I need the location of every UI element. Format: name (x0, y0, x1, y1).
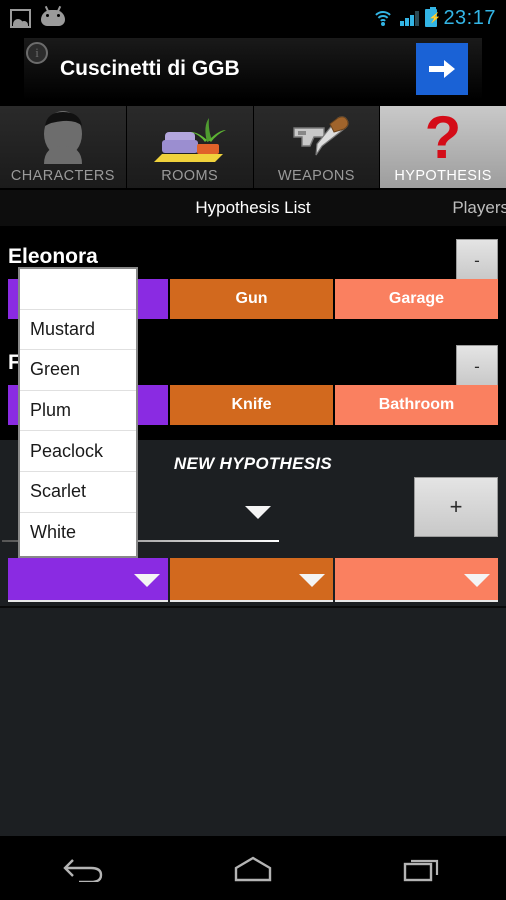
arrow-right-icon (429, 60, 455, 78)
tab-rooms-label: ROOMS (161, 168, 219, 184)
tab-hypothesis-label: HYPOTHESIS (394, 168, 492, 184)
status-bar: ⚡ 23:17 (0, 0, 506, 36)
dropdown-item[interactable]: White (20, 513, 136, 554)
back-button[interactable] (39, 844, 129, 892)
ad-banner[interactable]: Cuscinetti di GGB (24, 38, 482, 100)
chevron-down-icon (245, 506, 271, 519)
status-system-icons: ⚡ 23:17 (372, 7, 506, 30)
room-spinner[interactable] (335, 558, 498, 602)
person-silhouette-icon (0, 110, 126, 164)
new-hypothesis-selectors (8, 558, 498, 602)
status-clock: 23:17 (443, 6, 496, 29)
chevron-down-icon (299, 574, 325, 587)
hypothesis-player-name: Eleonora (8, 245, 98, 268)
recents-button[interactable] (377, 844, 467, 892)
tab-characters-label: CHARACTERS (10, 168, 115, 184)
wifi-icon (372, 10, 395, 26)
content-empty-area (0, 606, 506, 836)
dropdown-item[interactable]: Peaclock (20, 431, 136, 472)
question-mark-icon: ? (380, 104, 506, 171)
chevron-down-icon (464, 574, 490, 587)
system-navigation-bar (0, 836, 506, 900)
ad-info-icon[interactable]: i (26, 42, 48, 64)
add-hypothesis-button[interactable]: + (414, 477, 498, 537)
ad-cta-button[interactable] (416, 43, 468, 95)
android-icon (41, 10, 65, 26)
character-dropdown-popup[interactable]: Mustard Green Plum Peaclock Scarlet Whit… (18, 267, 138, 558)
photo-icon (10, 8, 31, 28)
hypothesis-room-chip: Bathroom (335, 385, 498, 425)
home-icon (234, 856, 272, 882)
dropdown-item[interactable] (20, 269, 136, 310)
remove-hypothesis-button[interactable]: - (456, 345, 498, 387)
hypothesis-weapon-chip: Knife (170, 385, 333, 425)
battery-icon: ⚡ (425, 7, 441, 27)
tab-weapons-label: WEAPONS (277, 168, 355, 184)
tab-hypothesis[interactable]: ? HYPOTHESIS (380, 104, 506, 188)
hypothesis-weapon-chip: Gun (170, 279, 333, 319)
ad-title: Cuscinetti di GGB (60, 57, 240, 80)
back-icon (63, 859, 103, 882)
status-notifications (0, 8, 65, 28)
dropdown-item[interactable]: Green (20, 350, 136, 391)
dropdown-item[interactable]: Mustard (20, 310, 136, 351)
subtab-hypothesis-list[interactable]: Hypothesis List (0, 198, 506, 218)
dropdown-item[interactable]: Scarlet (20, 472, 136, 513)
sofa-plant-icon (127, 110, 253, 164)
remove-hypothesis-button[interactable]: - (456, 239, 498, 281)
phone-screen: ⚡ 23:17 Cuscinetti di GGB i CHARACTERS R… (0, 0, 506, 900)
character-spinner[interactable] (8, 558, 168, 602)
tab-weapons[interactable]: WEAPONS (253, 106, 381, 188)
recents-icon (403, 859, 438, 882)
sub-tab-bar: Hypothesis List Players (0, 190, 506, 228)
gun-knife-icon (254, 110, 380, 164)
weapon-spinner[interactable] (170, 558, 333, 602)
svg-text:?: ? (425, 110, 462, 164)
chevron-down-icon (134, 574, 160, 587)
signal-icon (400, 10, 419, 26)
dropdown-item[interactable]: Plum (20, 391, 136, 432)
home-button[interactable] (208, 844, 298, 892)
tab-characters[interactable]: CHARACTERS (0, 106, 127, 188)
tab-rooms[interactable]: ROOMS (126, 106, 254, 188)
battery-charging-glyph: ⚡ (428, 13, 441, 24)
main-tab-bar: CHARACTERS ROOMS WEAPONS ? HYPOTHESIS (0, 104, 506, 188)
subtab-players[interactable]: Players (452, 198, 506, 218)
hypothesis-room-chip: Garage (335, 279, 498, 319)
